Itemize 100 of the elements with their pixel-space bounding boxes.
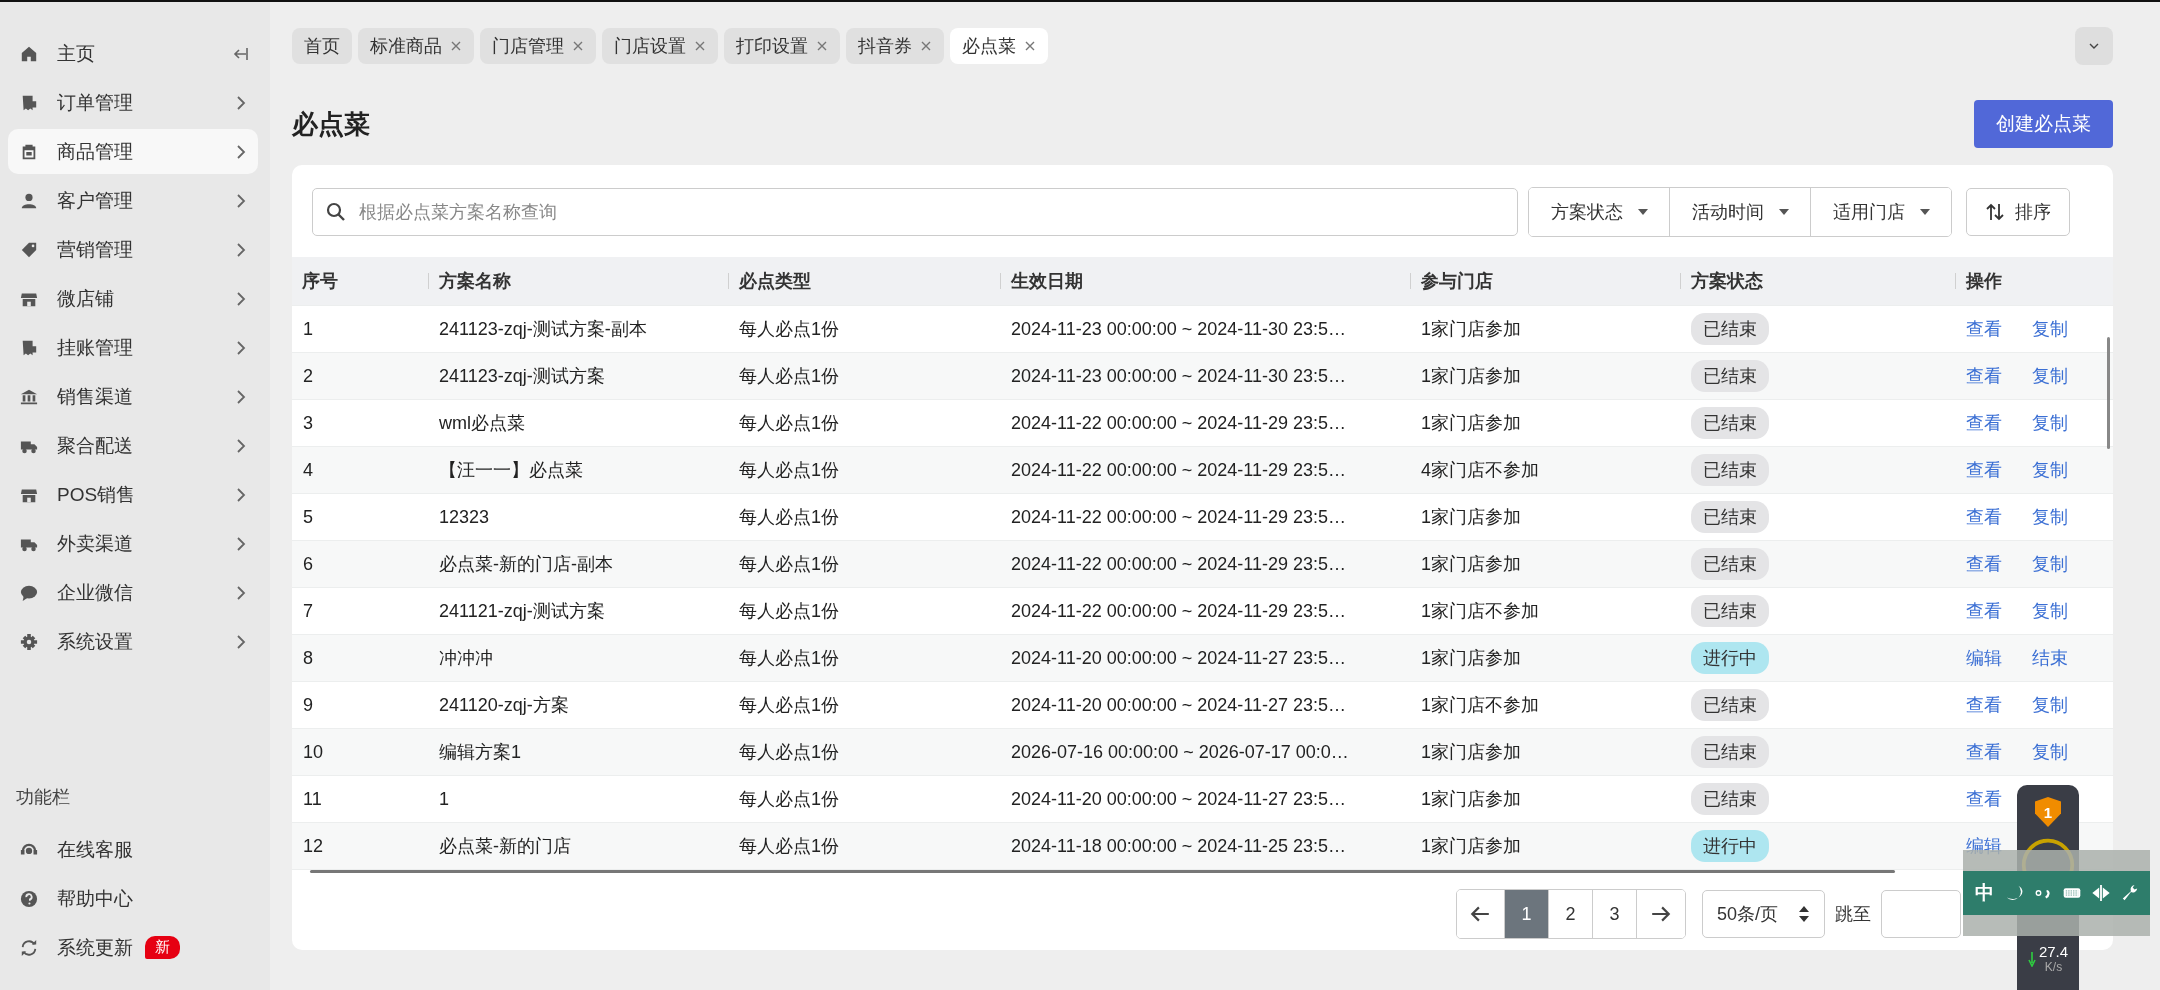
action-link[interactable]: 查看 bbox=[1966, 317, 2002, 341]
table-cell-text: 每人必点1份 bbox=[738, 459, 840, 482]
tab[interactable]: 标准商品 bbox=[358, 28, 474, 64]
sidebar-item[interactable]: 外卖渠道 bbox=[8, 521, 258, 566]
new-badge: 新 bbox=[145, 936, 180, 959]
tab[interactable]: 门店设置 bbox=[602, 28, 718, 64]
action-link[interactable]: 结束 bbox=[2032, 646, 2068, 670]
sidebar-item-label[interactable]: 主页 bbox=[57, 40, 95, 67]
sidebar-item-label[interactable]: 在线客服 bbox=[57, 836, 133, 863]
sidebar-item[interactable]: POS销售 bbox=[8, 472, 258, 517]
search-field[interactable]: 根据必点菜方案名称查询 bbox=[312, 188, 1518, 236]
action-link[interactable]: 复制 bbox=[2032, 599, 2068, 623]
action-link[interactable]: 查看 bbox=[1966, 693, 2002, 717]
wrench-icon bbox=[2120, 884, 2139, 902]
scrollbar[interactable] bbox=[2107, 337, 2110, 449]
ime-toolbar[interactable]: 中 bbox=[1963, 871, 2150, 915]
sidebar-item-label[interactable]: 挂账管理 bbox=[57, 334, 133, 361]
table-cell-text: 11 bbox=[302, 788, 323, 810]
sidebar-item[interactable]: 帮助中心 bbox=[8, 876, 258, 921]
page-button[interactable]: 1 bbox=[1504, 890, 1549, 938]
sidebar-item[interactable]: 销售渠道 bbox=[8, 374, 258, 419]
sidebar-item[interactable]: 营销管理 bbox=[8, 227, 258, 272]
sidebar-item-label[interactable]: 销售渠道 bbox=[57, 383, 133, 410]
action-link[interactable]: 复制 bbox=[2032, 458, 2068, 482]
caret-icon bbox=[1778, 208, 1790, 216]
refresh-icon bbox=[20, 938, 38, 957]
tab[interactable]: 门店管理 bbox=[480, 28, 596, 64]
column-header: 方案名称 bbox=[428, 273, 728, 289]
sidebar-item-label[interactable]: 营销管理 bbox=[57, 236, 133, 263]
create-button[interactable]: 创建必点菜 bbox=[1974, 100, 2113, 148]
action-link[interactable]: 查看 bbox=[1966, 552, 2002, 576]
input-mode-button[interactable]: 中 bbox=[1974, 880, 1994, 906]
action-link[interactable]: 编辑 bbox=[1966, 646, 2002, 670]
table-cell-text: 241121-zqj-测试方案 bbox=[438, 600, 606, 623]
sidebar-item[interactable]: 订单管理 bbox=[8, 80, 258, 125]
sidebar-item-label[interactable]: 微店铺 bbox=[57, 285, 114, 312]
action-link[interactable]: 查看 bbox=[1966, 505, 2002, 529]
chat-bubble-icon bbox=[20, 583, 38, 602]
table-cell-text: 2024-11-22 00:00:00 ~ 2024-11-29 23:5… bbox=[1010, 600, 1348, 622]
sidebar-item-label[interactable]: 系统更新 bbox=[57, 934, 133, 961]
sort-button[interactable]: 排序 bbox=[1966, 188, 2070, 236]
tab[interactable]: 必点菜 bbox=[950, 28, 1048, 64]
table-cell-text: 2024-11-23 00:00:00 ~ 2024-11-30 23:5… bbox=[1010, 365, 1348, 387]
action-link[interactable]: 查看 bbox=[1966, 599, 2002, 623]
sidebar-item[interactable]: 聚合配送 bbox=[8, 423, 258, 468]
table-cell-text: 每人必点1份 bbox=[738, 694, 840, 717]
table-cell-text: 1家门店不参加 bbox=[1420, 694, 1540, 717]
action-link[interactable]: 编辑 bbox=[1966, 834, 2002, 858]
filter-dropdown[interactable]: 方案状态 bbox=[1529, 188, 1670, 236]
sidebar-item-label[interactable]: 企业微信 bbox=[57, 579, 133, 606]
table-cell-text: 1家门店参加 bbox=[1420, 553, 1522, 576]
action-link[interactable]: 查看 bbox=[1966, 787, 2002, 811]
help-icon bbox=[20, 889, 38, 908]
sidebar-item-label[interactable]: POS销售 bbox=[57, 481, 136, 508]
table-cell-text: 2024-11-20 00:00:00 ~ 2024-11-27 23:5… bbox=[1010, 694, 1348, 716]
action-link[interactable]: 查看 bbox=[1966, 740, 2002, 764]
sidebar-item-label[interactable]: 外卖渠道 bbox=[57, 530, 133, 557]
tab[interactable]: 首页 bbox=[292, 28, 352, 64]
action-link[interactable]: 复制 bbox=[2032, 364, 2068, 388]
sidebar-item[interactable]: 客户管理 bbox=[8, 178, 258, 223]
action-link[interactable]: 复制 bbox=[2032, 317, 2068, 341]
action-link[interactable]: 复制 bbox=[2032, 693, 2068, 717]
speed-value: 27.4 bbox=[2038, 943, 2069, 960]
previous-button[interactable] bbox=[1456, 890, 1505, 938]
action-link[interactable]: 复制 bbox=[2032, 552, 2068, 576]
tab[interactable]: 打印设置 bbox=[724, 28, 840, 64]
table-cell-text: 2024-11-22 00:00:00 ~ 2024-11-29 23:5… bbox=[1010, 459, 1348, 481]
scrollbar[interactable] bbox=[310, 870, 1895, 873]
action-link[interactable]: 复制 bbox=[2032, 740, 2068, 764]
sidebar-item[interactable]: 系统更新 新 bbox=[8, 925, 258, 970]
action-link[interactable]: 复制 bbox=[2032, 505, 2068, 529]
sidebar-item-label[interactable]: 聚合配送 bbox=[57, 432, 133, 459]
table-cell-text: 1家门店参加 bbox=[1420, 835, 1522, 858]
action-link[interactable]: 复制 bbox=[2032, 411, 2068, 435]
sidebar-item[interactable]: 主页 bbox=[8, 31, 258, 76]
sidebar-item-label[interactable]: 客户管理 bbox=[57, 187, 133, 214]
column-header: 操作 bbox=[1955, 273, 2113, 289]
action-link[interactable]: 查看 bbox=[1966, 411, 2002, 435]
page-input[interactable] bbox=[1881, 890, 1961, 938]
user-icon bbox=[20, 191, 38, 210]
dropdown-button[interactable] bbox=[2075, 27, 2113, 65]
sidebar-item-label[interactable]: 商品管理 bbox=[57, 138, 133, 165]
table-cell-text: wml必点菜 bbox=[438, 412, 526, 435]
sidebar-item[interactable]: 微店铺 bbox=[8, 276, 258, 321]
sidebar-item[interactable]: 企业微信 bbox=[8, 570, 258, 615]
sidebar-item-label[interactable]: 帮助中心 bbox=[57, 885, 133, 912]
action-link[interactable]: 查看 bbox=[1966, 458, 2002, 482]
table-cell-text: 1家门店参加 bbox=[1420, 412, 1522, 435]
sidebar-item-label[interactable]: 系统设置 bbox=[57, 628, 133, 655]
sidebar-item[interactable]: 商品管理 bbox=[8, 129, 258, 174]
table-cell-text: 每人必点1份 bbox=[738, 365, 840, 388]
page-size-select[interactable]: 50条/页 bbox=[1701, 890, 1825, 938]
sidebar-item[interactable]: 在线客服 bbox=[8, 827, 258, 872]
action-link[interactable]: 查看 bbox=[1966, 364, 2002, 388]
sidebar-item[interactable]: 挂账管理 bbox=[8, 325, 258, 370]
tab[interactable]: 抖音券 bbox=[846, 28, 944, 64]
table-cell-text: 12 bbox=[302, 835, 325, 857]
sidebar-item[interactable]: 系统设置 bbox=[8, 619, 258, 664]
table-cell-text: 2026-07-16 00:00:00 ~ 2026-07-17 00:0… bbox=[1010, 741, 1350, 763]
sidebar-item-label[interactable]: 订单管理 bbox=[57, 89, 133, 116]
